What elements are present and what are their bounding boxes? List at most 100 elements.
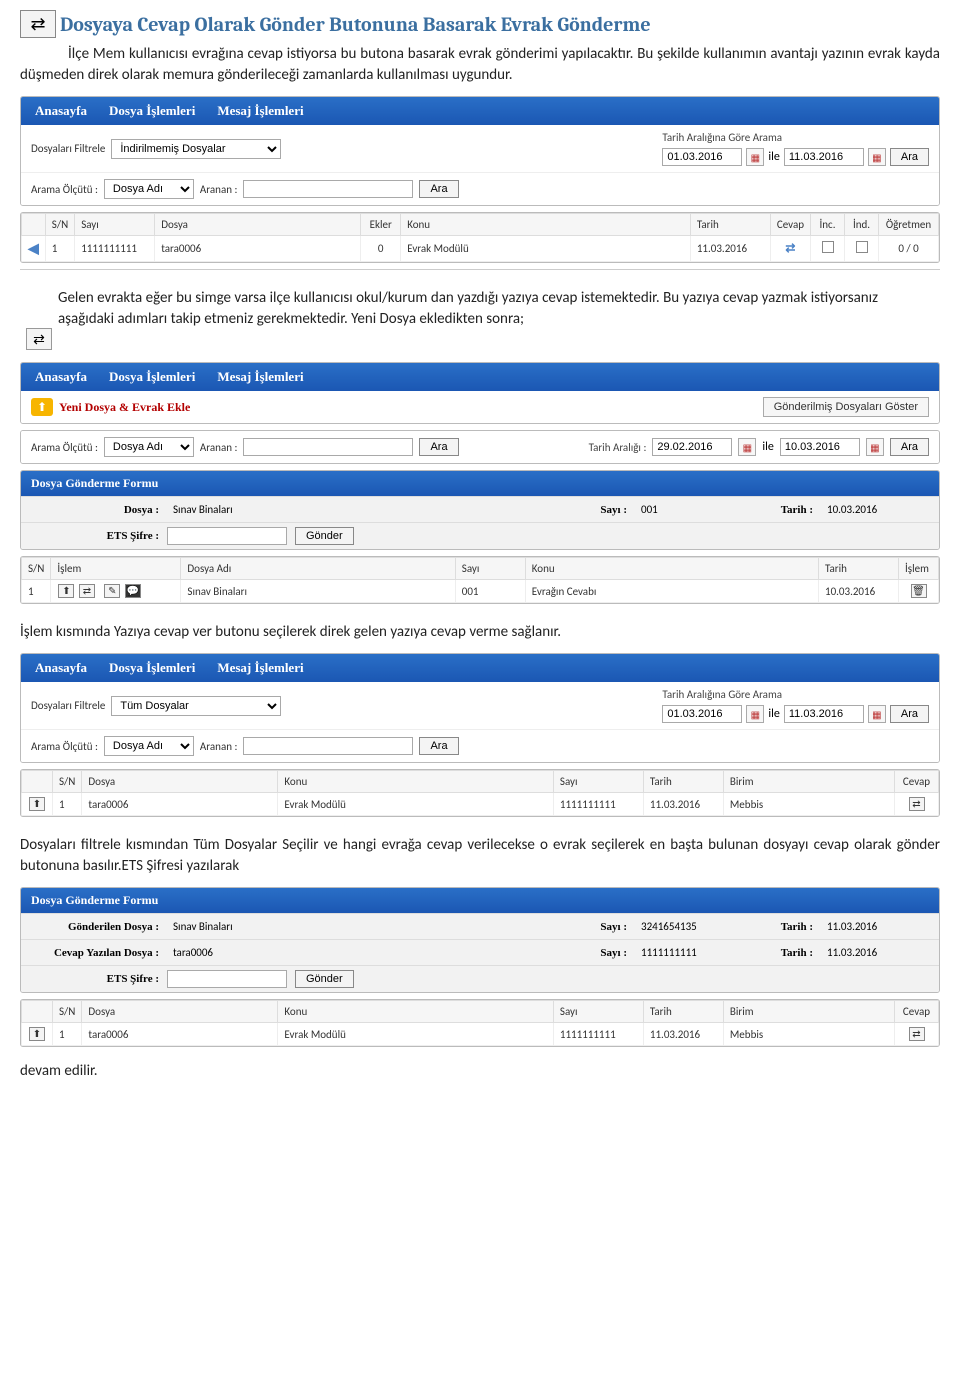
form-title: Dosya Gönderme Formu (21, 888, 939, 913)
inc-checkbox[interactable] (822, 241, 834, 253)
panel-all-files: Anasayfa Dosya İşlemleri Mesaj İşlemleri… (20, 653, 940, 763)
sayi2-value: 1111111111 (635, 944, 755, 961)
date-from-input[interactable] (662, 148, 742, 166)
cell-tarih: 11.03.2016 (643, 1023, 723, 1046)
table-row[interactable]: ⬆ 1 tara0006 Evrak Modülü 1111111111 11.… (22, 1023, 939, 1046)
date-search-button[interactable]: Ara (890, 705, 929, 723)
date-from-input[interactable] (652, 438, 732, 456)
date-to-input[interactable] (784, 705, 864, 723)
comment-icon[interactable]: 💬 (125, 584, 141, 598)
reply-icon[interactable]: ⇄ (79, 584, 95, 598)
col-birim: Birim (723, 1001, 894, 1023)
reply-icon[interactable]: ⇄ (909, 797, 925, 811)
menu-file-ops[interactable]: Dosya İşlemleri (109, 369, 195, 385)
col-cevap: Cevap (895, 1001, 939, 1023)
ets-input[interactable] (167, 970, 287, 988)
menu-msg-ops[interactable]: Mesaj İşlemleri (217, 103, 303, 119)
calendar-icon[interactable]: ▦ (746, 148, 764, 166)
tarih-label: Tarih : (763, 504, 813, 516)
cell-sayi: 1111111111 (553, 1023, 643, 1046)
upload-icon[interactable]: ⬆ (29, 1027, 45, 1041)
gonder-button[interactable]: Gönder (295, 970, 354, 988)
menu-home[interactable]: Anasayfa (35, 369, 87, 385)
filter-label: Dosyaları Filtrele (31, 142, 105, 155)
calendar-icon[interactable]: ▦ (866, 438, 884, 456)
search-button[interactable]: Ara (419, 438, 458, 456)
ets-input[interactable] (167, 527, 287, 545)
menu-file-ops[interactable]: Dosya İşlemleri (109, 660, 195, 676)
gonder-button[interactable]: Gönder (295, 527, 354, 545)
edit-icon[interactable]: ✎ (104, 584, 120, 598)
upload-icon[interactable]: ⬆ (29, 797, 45, 811)
sayi-label: Sayı : (577, 947, 627, 959)
filter-select[interactable]: Tüm Dosyalar (111, 696, 281, 716)
sent-file-value: Sınav Binaları (167, 918, 569, 935)
tarih2-value: 11.03.2016 (821, 944, 931, 961)
tarih-value: 10.03.2016 (821, 501, 931, 518)
menubar: Anasayfa Dosya İşlemleri Mesaj İşlemleri (21, 97, 939, 125)
table-row[interactable]: ◀ 1 1111111111 tara0006 0 Evrak Modülü 1… (22, 236, 939, 262)
calendar-icon[interactable]: ▦ (746, 705, 764, 723)
upload-icon[interactable]: ⬆ (58, 584, 74, 598)
menu-home[interactable]: Anasayfa (35, 660, 87, 676)
row-select-icon[interactable]: ◀ (28, 240, 39, 257)
search-input[interactable] (243, 438, 413, 456)
paragraph-filter: Dosyaları filtrele kısmından Tüm Dosyala… (20, 835, 940, 877)
new-file-button[interactable]: Yeni Dosya & Evrak Ekle (59, 400, 190, 415)
cell-birim: Mebbis (723, 793, 894, 816)
col-ekler: Ekler (361, 214, 401, 236)
send-form: Dosya Gönderme Formu Dosya : Sınav Binal… (20, 470, 940, 550)
menu-file-ops[interactable]: Dosya İşlemleri (109, 103, 195, 119)
menu-msg-ops[interactable]: Mesaj İşlemleri (217, 369, 303, 385)
col-tarih: Tarih (690, 214, 770, 236)
col-dosya: Dosya (82, 771, 278, 793)
page-title: Dosyaya Cevap Olarak Gönder Butonuna Bas… (60, 13, 651, 36)
reply-icon[interactable]: ⇄ (909, 1027, 925, 1041)
reply-arrows-icon: ⇄ (26, 328, 52, 350)
sent-file-label: Gönderilen Dosya : (29, 921, 159, 933)
col-sayi: Sayı (75, 214, 155, 236)
date-to-input[interactable] (780, 438, 860, 456)
panel-new-file: Anasayfa Dosya İşlemleri Mesaj İşlemleri… (20, 362, 940, 424)
date-search-button[interactable]: Ara (890, 148, 929, 166)
cell-konu: Evrak Modülü (278, 793, 554, 816)
cell-konu: Evrağın Cevabı (525, 580, 818, 603)
date-from-input[interactable] (662, 705, 742, 723)
table-row[interactable]: ⬆ 1 tara0006 Evrak Modülü 1111111111 11.… (22, 793, 939, 816)
criteria-select[interactable]: Dosya Adı (104, 179, 194, 199)
col-sn: S/N (22, 558, 51, 580)
paragraph-intro: İlçe Mem kullanıcısı evrağına cevap isti… (20, 44, 940, 86)
date-to-input[interactable] (784, 148, 864, 166)
col-sayi: Sayı (455, 558, 525, 580)
criteria-select[interactable]: Dosya Adı (104, 736, 194, 756)
search-button[interactable]: Ara (419, 737, 458, 755)
show-sent-button[interactable]: Gönderilmiş Dosyaları Göster (763, 397, 929, 417)
calendar-icon[interactable]: ▦ (868, 705, 886, 723)
cell-sn: 1 (22, 580, 51, 603)
date-range-label: Tarih Aralığına Göre Arama (662, 688, 929, 701)
calendar-icon[interactable]: ▦ (868, 148, 886, 166)
search-input[interactable] (243, 180, 413, 198)
date-range-label: Tarih Aralığı : (589, 441, 647, 454)
search-input[interactable] (243, 737, 413, 755)
cell-konu: Evrak Modülü (401, 236, 691, 262)
menu-home[interactable]: Anasayfa (35, 103, 87, 119)
menu-msg-ops[interactable]: Mesaj İşlemleri (217, 660, 303, 676)
cell-sn: 1 (53, 793, 82, 816)
search-button[interactable]: Ara (419, 180, 458, 198)
delete-icon[interactable]: 🗑 (911, 584, 927, 598)
upload-folder-icon[interactable]: ⬆ (31, 398, 53, 416)
date-search-button[interactable]: Ara (890, 438, 929, 456)
cell-dosya: tara0006 (82, 1023, 278, 1046)
ind-checkbox[interactable] (856, 241, 868, 253)
cell-dosya: tara0006 (155, 236, 361, 262)
col-dosya: Dosya Adı (181, 558, 455, 580)
filter-select[interactable]: İndirilmemiş Dosyalar (111, 139, 281, 159)
criteria-select[interactable]: Dosya Adı (104, 437, 194, 457)
search-label: Aranan : (200, 740, 238, 753)
calendar-icon[interactable]: ▦ (738, 438, 756, 456)
table-row[interactable]: 1 ⬆ ⇄ ✎ 💬 Sınav Binaları 001 Evrağın Cev… (22, 580, 939, 603)
reply-request-icon[interactable]: ⇄ (785, 241, 795, 256)
cell-sn: 1 (53, 1023, 82, 1046)
reply-file-value: tara0006 (167, 944, 569, 961)
